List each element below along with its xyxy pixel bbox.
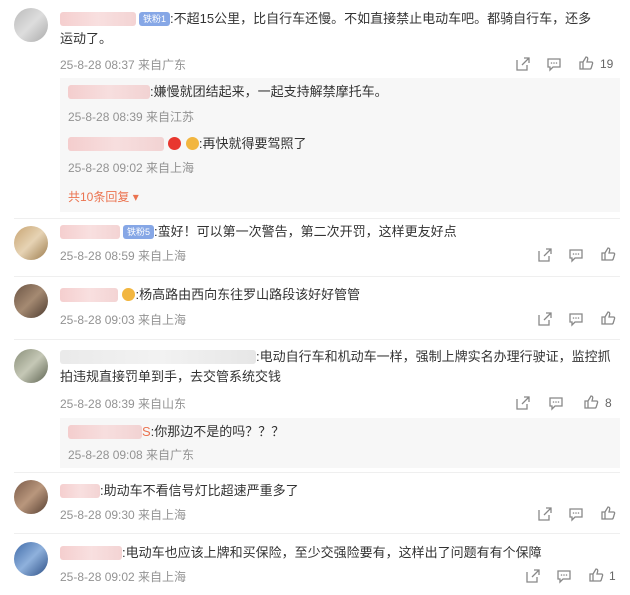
chevron-down-icon: ▾ [132,190,139,204]
username[interactable] [60,349,256,364]
avatar[interactable] [14,349,48,383]
comment-text: :蛮好！可以第一次警告，第二次开罚，这样更友好点 [154,224,457,239]
share-icon[interactable] [525,568,541,584]
comment-4-body: :电动自行车和机动车一样，强制上牌实名办理行驶证，监控抓 拍违规直接罚单到手，去… [60,347,620,387]
reply-username[interactable] [68,424,142,439]
comment-meta: 25-8-28 09:30 来自上海 [60,508,187,522]
more-replies-link[interactable]: 共10条回复 ▾ [68,188,139,205]
comment-text-cont: 运动了。 [60,31,113,46]
comment-meta: 25-8-28 08:39 来自山东 [60,397,187,411]
share-icon[interactable] [537,311,553,327]
comment-3-body: :杨高路由西向东往罗山路段该好好管管 [60,285,620,305]
avatar[interactable] [14,542,48,576]
reply-text: :嫌慢就团结起来，一起支持解禁摩托车。 [150,84,388,99]
username[interactable] [60,545,122,560]
like-icon[interactable] [583,394,599,410]
comment-text: :不超15公里，比自行车还慢。不如直接禁止电动车吧。都骑自行车，还多 [170,11,592,26]
comment-icon[interactable] [546,56,562,72]
comment-text: :电动车也应该上牌和买保险，至少交强险要有，这样出了问题有有个保障 [122,545,542,560]
fan-badge: 铁粉1 [139,11,171,26]
comment-meta: 25-8-28 09:02 来自上海 [60,570,187,584]
reply-prefix: S [142,424,151,439]
like-icon[interactable] [600,310,616,326]
reply-1: S:你那边不是的吗？？？ [68,422,284,442]
divider [14,533,620,534]
comment-meta: 25-8-28 08:59 来自上海 [60,249,187,263]
like-icon[interactable] [600,246,616,262]
username[interactable] [60,287,118,302]
avatar[interactable] [14,284,48,318]
avatar[interactable] [14,226,48,260]
crown-icon [122,288,136,302]
comment-2-body: 铁粉5:蛮好！可以第一次警告，第二次开罚，这样更友好点 [60,222,620,242]
like-count: 1 [609,569,616,583]
username[interactable] [60,224,120,239]
comment-text-cont: 拍违规直接罚单到手，去交管系统交钱 [60,369,282,384]
vip-icon [168,137,182,151]
divider [14,276,620,277]
comment-text: :杨高路由西向东往罗山路段该好好管管 [135,287,361,302]
reply-username[interactable] [68,136,164,151]
comment-5-body: :助动车不看信号灯比超速严重多了 [60,481,620,501]
comment-1-body: 铁粉1:不超15公里，比自行车还慢。不如直接禁止电动车吧。都骑自行车，还多 运动… [60,9,620,49]
like-icon[interactable] [600,505,616,521]
comment-icon[interactable] [548,395,564,411]
reply-meta: 25-8-28 09:08 来自广东 [68,448,195,462]
comment-icon[interactable] [556,568,572,584]
share-icon[interactable] [515,56,531,72]
like-icon[interactable] [588,567,604,583]
like-count: 8 [605,396,612,410]
username[interactable] [60,483,100,498]
comment-text: :电动自行车和机动车一样，强制上牌实名办理行驶证，监控抓 [256,349,611,364]
reply-text: :你那边不是的吗？？？ [150,424,285,439]
like-count: 19 [600,57,614,71]
reply-text: :再快就得要驾照了 [198,136,307,151]
share-icon[interactable] [515,395,531,411]
crown-icon [185,137,199,151]
share-icon[interactable] [537,247,553,263]
comment-6-body: :电动车也应该上牌和买保险，至少交强险要有，这样出了问题有有个保障 [60,543,620,563]
share-icon[interactable] [537,506,553,522]
comment-icon[interactable] [568,311,584,327]
comment-icon[interactable] [568,247,584,263]
reply-meta: 25-8-28 08:39 来自江苏 [68,110,195,124]
divider [14,472,620,473]
divider [14,339,620,340]
reply-2: :再快就得要驾照了 [68,134,307,154]
like-icon[interactable] [578,55,594,71]
comment-text: :助动车不看信号灯比超速严重多了 [100,483,299,498]
divider [14,218,620,219]
reply-1: :嫌慢就团结起来，一起支持解禁摩托车。 [68,82,388,102]
fan-badge: 铁粉5 [123,224,155,239]
comment-meta: 25-8-28 09:03 来自上海 [60,313,187,327]
avatar[interactable] [14,8,48,42]
reply-meta: 25-8-28 09:02 来自上海 [68,161,195,175]
comment-icon[interactable] [568,506,584,522]
avatar[interactable] [14,480,48,514]
username[interactable] [60,11,136,26]
comment-meta: 25-8-28 08:37 来自广东 [60,58,187,72]
reply-username[interactable] [68,84,150,99]
